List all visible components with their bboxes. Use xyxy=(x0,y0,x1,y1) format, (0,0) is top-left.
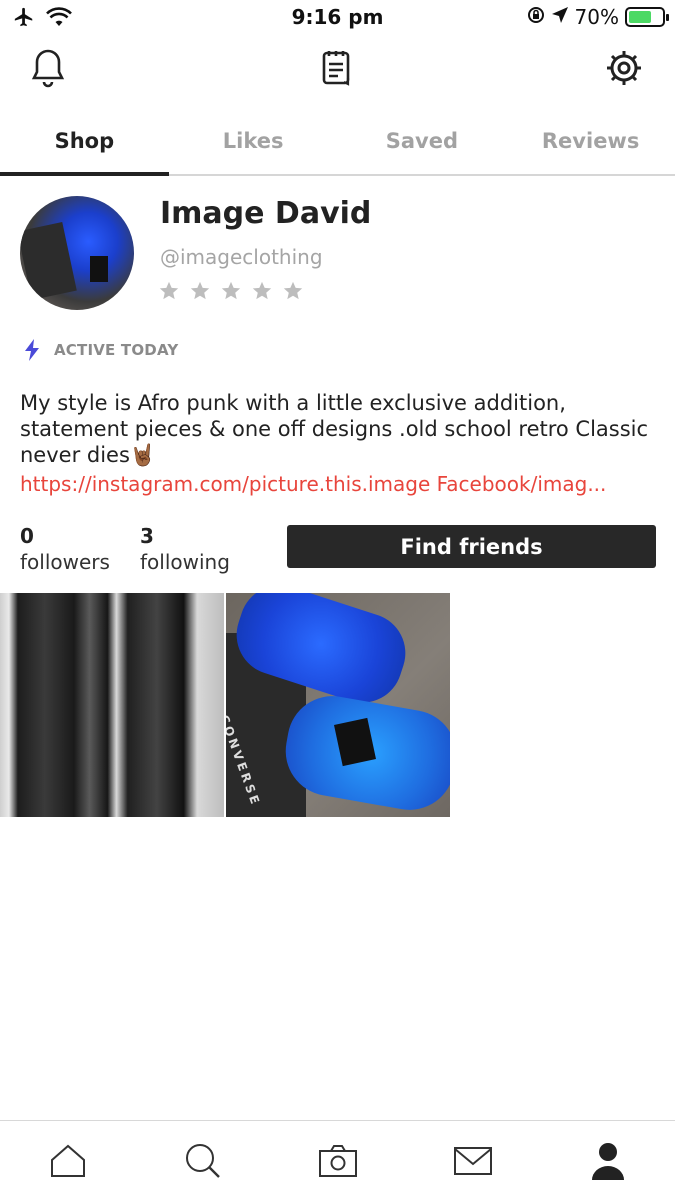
rotation-lock-icon xyxy=(527,5,545,29)
tab-saved[interactable]: Saved xyxy=(338,112,507,174)
nav-sell[interactable] xyxy=(270,1121,405,1200)
listings-grid: CONVERSE xyxy=(0,593,450,817)
listing-thumbnail-boots[interactable] xyxy=(0,593,224,817)
bell-icon[interactable] xyxy=(26,46,70,90)
star-icon xyxy=(283,281,303,300)
following-count: 3 xyxy=(140,524,154,548)
following-label: following xyxy=(140,550,230,574)
gear-icon[interactable] xyxy=(602,46,646,90)
nav-profile[interactable] xyxy=(540,1121,675,1200)
profile-name: Image David xyxy=(160,196,372,231)
following-stat[interactable]: 3 following xyxy=(140,524,230,574)
tab-shop[interactable]: Shop xyxy=(0,112,169,176)
status-right: 70% xyxy=(527,5,669,29)
star-icon xyxy=(159,281,179,300)
find-friends-button[interactable]: Find friends xyxy=(287,525,656,568)
rating-stars[interactable] xyxy=(158,280,304,302)
profile-icon xyxy=(591,1142,624,1180)
followers-count: 0 xyxy=(20,524,34,548)
tab-likes[interactable]: Likes xyxy=(169,112,338,174)
activity-label: ACTIVE TODAY xyxy=(54,341,179,359)
bottom-nav xyxy=(0,1120,675,1200)
nav-messages[interactable] xyxy=(405,1121,540,1200)
listing-thumbnail-shoes[interactable]: CONVERSE xyxy=(226,593,450,817)
star-icon xyxy=(190,281,210,300)
followers-label: followers xyxy=(20,550,110,574)
mail-icon xyxy=(453,1146,492,1175)
profile-tabs: Shop Likes Saved Reviews xyxy=(0,112,675,176)
followers-stat[interactable]: 0 followers xyxy=(20,524,110,574)
profile-bio: My style is Afro punk with a little excl… xyxy=(20,391,649,467)
lightning-icon xyxy=(25,339,39,361)
nav-search[interactable] xyxy=(135,1121,270,1200)
camera-icon xyxy=(318,1144,357,1177)
tab-reviews[interactable]: Reviews xyxy=(506,112,675,174)
avatar[interactable] xyxy=(20,196,134,310)
battery-percent: 70% xyxy=(574,5,619,29)
status-bar: 9:16 pm 70% xyxy=(0,0,675,36)
battery-icon xyxy=(625,7,669,27)
star-icon xyxy=(252,281,272,300)
activity-status: ACTIVE TODAY xyxy=(24,339,178,361)
nav-home[interactable] xyxy=(0,1121,135,1200)
profile-handle: @imageclothing xyxy=(160,245,323,269)
location-arrow-icon xyxy=(551,5,569,29)
orders-list-icon[interactable] xyxy=(315,46,359,90)
star-icon xyxy=(221,281,241,300)
search-icon xyxy=(185,1143,220,1178)
profile-links[interactable]: https://instagram.com/picture.this.image… xyxy=(20,472,660,496)
home-icon xyxy=(50,1144,85,1177)
top-toolbar xyxy=(0,46,675,96)
